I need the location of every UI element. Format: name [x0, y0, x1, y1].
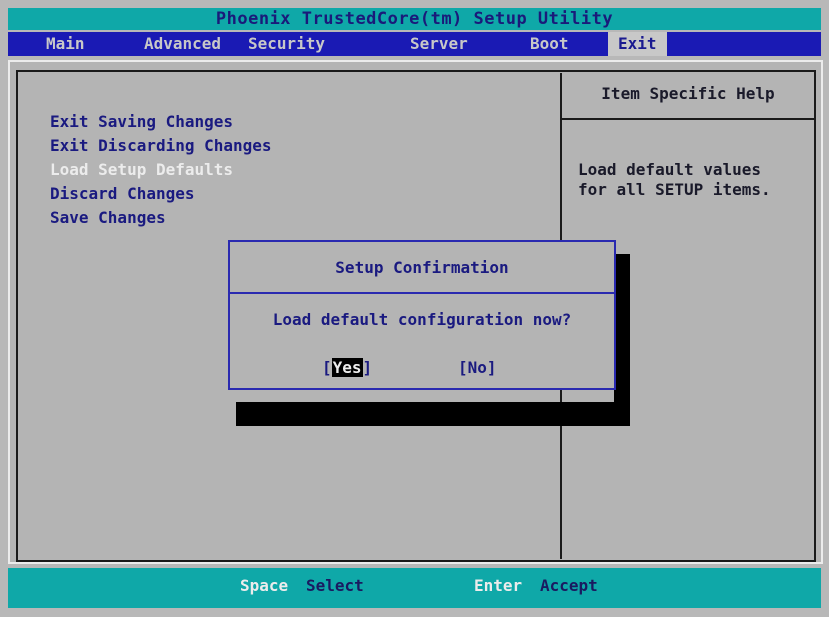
- dialog-message: Load default configuration now?: [272, 310, 572, 329]
- tab-exit[interactable]: Exit: [608, 32, 667, 56]
- dialog-shadow-bottom: [236, 402, 630, 426]
- option-save-changes[interactable]: Save Changes: [50, 206, 272, 230]
- option-load-setup-defaults[interactable]: Load Setup Defaults: [50, 158, 272, 182]
- help-title: Item Specific Help: [601, 84, 775, 103]
- option-exit-saving-changes[interactable]: Exit Saving Changes: [50, 110, 272, 134]
- footer-desc-select: Select: [306, 576, 364, 595]
- tab-security[interactable]: Security: [248, 32, 325, 56]
- menu-bar: Main Advanced Security Server Boot Exit: [8, 32, 821, 56]
- dialog-separator: [230, 292, 614, 294]
- dialog-shadow: [614, 254, 630, 426]
- yes-bracket-close: ]: [362, 358, 373, 377]
- help-text: Load default values for all SETUP items.: [578, 160, 808, 200]
- footer-desc-accept: Accept: [540, 576, 598, 595]
- yes-button[interactable]: [Yes]: [322, 358, 372, 377]
- help-line-2: for all SETUP items.: [578, 180, 771, 199]
- footer-key-space: Space: [240, 576, 289, 595]
- tab-main[interactable]: Main: [46, 32, 85, 56]
- help-line-1: Load default values: [578, 160, 762, 179]
- option-exit-discarding-changes[interactable]: Exit Discarding Changes: [50, 134, 272, 158]
- no-button[interactable]: [No]: [458, 358, 497, 377]
- tab-advanced[interactable]: Advanced: [144, 32, 221, 56]
- setup-confirmation-dialog: Setup Confirmation Load default configur…: [228, 240, 616, 390]
- help-divider: [562, 118, 814, 120]
- yes-bracket-open: [: [322, 358, 332, 377]
- app-title: Phoenix TrustedCore(tm) Setup Utility: [8, 8, 821, 30]
- tab-boot[interactable]: Boot: [530, 32, 569, 56]
- option-discard-changes[interactable]: Discard Changes: [50, 182, 272, 206]
- exit-options-list: Exit Saving Changes Exit Discarding Chan…: [50, 110, 272, 230]
- tab-server[interactable]: Server: [410, 32, 468, 56]
- footer-key-enter: Enter: [474, 576, 523, 595]
- dialog-title: Setup Confirmation: [335, 258, 509, 277]
- footer-bar: Space Select Enter Accept: [8, 568, 821, 608]
- yes-label: Yes: [331, 358, 363, 377]
